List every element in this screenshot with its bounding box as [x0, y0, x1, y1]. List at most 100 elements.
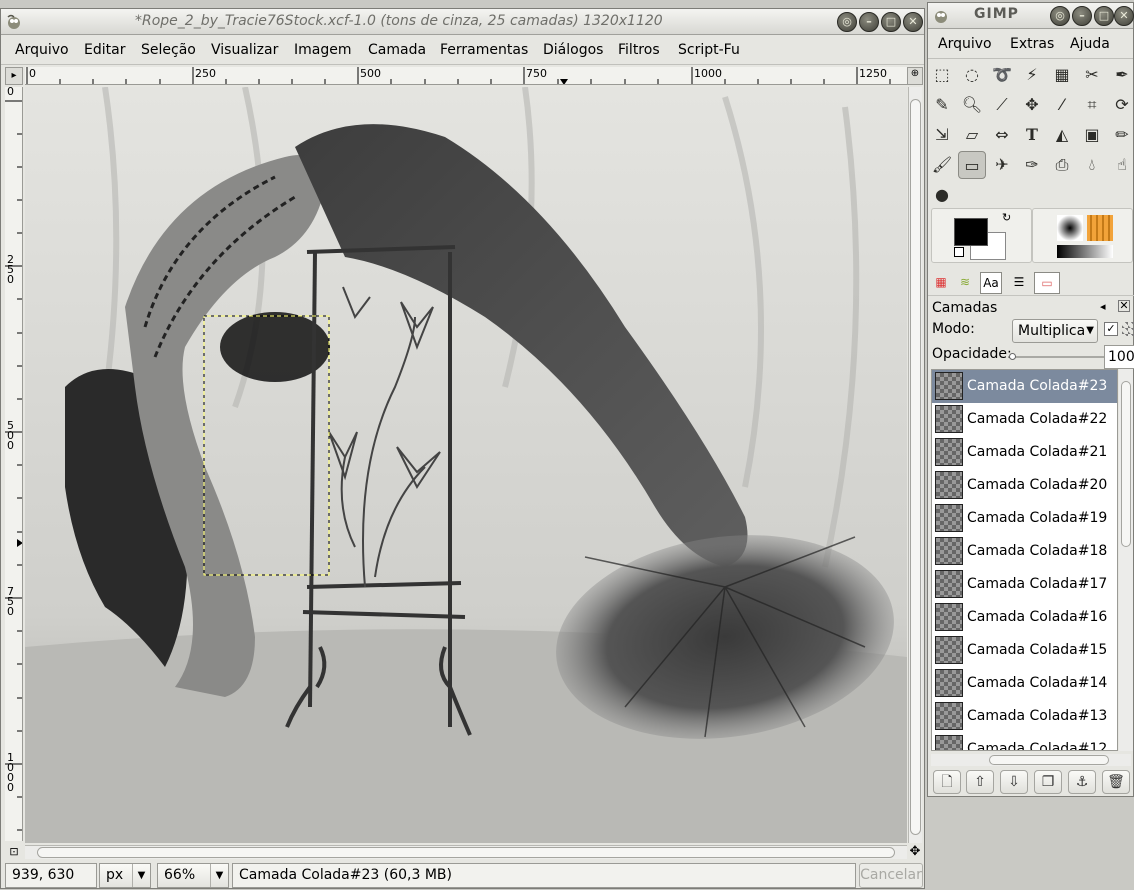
panel-close-icon[interactable]: ✕ [1118, 300, 1130, 312]
canvas-vertical-scrollbar[interactable] [908, 87, 922, 843]
lock-pixels-checkbox[interactable]: ✓ [1104, 322, 1118, 336]
measure-icon[interactable]: ⟋ [988, 91, 1016, 119]
close-button[interactable]: ✕ [903, 12, 923, 32]
bucket-fill-icon[interactable]: ◭ [1048, 121, 1076, 149]
image-window-titlebar[interactable]: *Rope_2_by_Tracie76Stock.xcf-1.0 (tons d… [1, 9, 924, 35]
color-picker-icon[interactable]: ✎ [928, 91, 956, 119]
new-layer-icon[interactable]: 🗋︎ [933, 770, 961, 794]
menu-ajuda[interactable]: Ajuda [1070, 36, 1110, 52]
dodge-icon[interactable]: ● [928, 181, 956, 209]
blend-icon[interactable]: ▣ [1078, 121, 1106, 149]
zoom-icon[interactable]: 🔍︎ [958, 91, 986, 119]
scale-icon[interactable]: ⇲ [928, 121, 956, 149]
ink-icon[interactable]: ✑ [1018, 151, 1046, 179]
raise-layer-icon[interactable]: ⇧ [966, 770, 994, 794]
rotate-icon[interactable]: ⟳ [1108, 91, 1134, 119]
horizontal-ruler[interactable]: 0 250 500 750 1000 1250 [25, 67, 907, 85]
default-colors-icon[interactable] [954, 247, 964, 257]
smudge-icon[interactable]: ☝ [1108, 151, 1134, 179]
minimize-button[interactable]: – [1072, 6, 1092, 26]
align-icon[interactable]: ⁄ [1048, 91, 1076, 119]
lower-layer-icon[interactable]: ⇩ [1000, 770, 1028, 794]
menu-visualizar[interactable]: Visualizar [211, 42, 278, 58]
slider-handle[interactable] [1009, 353, 1016, 360]
menu-ferramentas[interactable]: Ferramentas [440, 42, 528, 58]
layer-row[interactable]: Camada Colada#19 [932, 502, 1117, 535]
toolbox-titlebar[interactable]: GIMP ◎ – □ ✕ [928, 3, 1134, 29]
layer-row[interactable]: Camada Colada#15 [932, 634, 1117, 667]
cancel-button[interactable]: Cancelar [859, 863, 923, 888]
scrollbar-thumb[interactable] [989, 755, 1109, 765]
pencil-icon[interactable]: ✏ [1108, 121, 1134, 149]
paintbrush-icon[interactable]: 🖌︎ [928, 151, 956, 179]
opacity-slider[interactable] [1009, 353, 1104, 360]
eraser-options-tab-icon[interactable]: ▭ [1034, 272, 1060, 294]
eraser-icon[interactable]: ▭ [958, 151, 986, 179]
layer-row[interactable]: Camada Colada#13 [932, 700, 1117, 733]
menu-dialogos[interactable]: Diálogos [543, 42, 603, 58]
image-canvas[interactable] [25, 87, 907, 843]
menu-extras[interactable]: Extras [1010, 36, 1054, 52]
shear-icon[interactable]: ▱ [958, 121, 986, 149]
minimize-button[interactable]: – [859, 12, 879, 32]
ellipse-select-icon[interactable]: ◌ [958, 61, 986, 89]
layer-row[interactable]: Camada Colada#20 [932, 469, 1117, 502]
layer-row[interactable]: Camada Colada#21 [932, 436, 1117, 469]
menu-arquivo[interactable]: Arquivo [15, 42, 69, 58]
menu-imagem[interactable]: Imagem [294, 42, 351, 58]
airbrush-icon[interactable]: ✈ [988, 151, 1016, 179]
scissors-icon[interactable]: ✂ [1078, 61, 1106, 89]
layer-row[interactable]: Camada Colada#22 [932, 403, 1117, 436]
anchor-layer-icon[interactable]: ⚓ [1068, 770, 1096, 794]
brush-pattern-gradient[interactable] [1032, 208, 1133, 263]
color-swatches[interactable]: ↻ [931, 208, 1032, 263]
foreground-color[interactable] [954, 218, 988, 246]
shade-button[interactable]: ◎ [1050, 6, 1070, 26]
maximize-button[interactable]: □ [1094, 6, 1114, 26]
zoom-fit-icon[interactable]: ⊡ [5, 845, 23, 859]
blur-icon[interactable]: 💧︎ [1078, 151, 1106, 179]
crop-icon[interactable]: ⌗ [1078, 91, 1106, 119]
maximize-button[interactable]: □ [881, 12, 901, 32]
layer-row[interactable]: Camada Colada#12 [932, 733, 1117, 750]
panel-menu-icon[interactable]: ◂ [1100, 300, 1106, 313]
fuzzy-select-icon[interactable]: ⚡ [1018, 61, 1046, 89]
duplicate-layer-icon[interactable]: ❐ [1034, 770, 1062, 794]
navigate-icon[interactable]: ✥ [907, 845, 923, 859]
opacity-value[interactable]: 100 [1104, 345, 1134, 369]
menu-filtros[interactable]: Filtros [618, 42, 660, 58]
fonts-tab-icon[interactable]: Aa [980, 272, 1002, 294]
lock-alpha-icon[interactable] [1122, 322, 1134, 336]
layer-row[interactable]: Camada Colada#17 [932, 568, 1117, 601]
color-select-icon[interactable]: ▦ [1048, 61, 1076, 89]
zoom-dropdown[interactable]: 66% ▼ [157, 863, 229, 888]
channels-tab-icon[interactable]: ☰ [1008, 272, 1030, 294]
canvas-horizontal-scrollbar[interactable] [25, 845, 907, 859]
clone-icon[interactable]: ⎙ [1048, 151, 1076, 179]
layer-list-scrollbar[interactable] [1119, 369, 1133, 751]
layer-row[interactable]: Camada Colada#18 [932, 535, 1117, 568]
text-icon[interactable]: T [1018, 121, 1046, 149]
paths-icon[interactable]: ✒ [1108, 61, 1134, 89]
lasso-icon[interactable]: ➰ [988, 61, 1016, 89]
layer-row[interactable]: Camada Colada#23 [932, 370, 1117, 403]
layers-tab-icon[interactable]: ≋ [954, 272, 976, 294]
menu-arquivo[interactable]: Arquivo [938, 36, 992, 52]
menu-editar[interactable]: Editar [84, 42, 125, 58]
unit-dropdown[interactable]: px ▼ [99, 863, 151, 888]
menu-script-fu[interactable]: Script-Fu [678, 42, 740, 58]
scrollbar-thumb[interactable] [910, 99, 921, 835]
quick-mask-toggle[interactable]: ▸ [5, 67, 23, 85]
menu-selecao[interactable]: Seleção [141, 42, 196, 58]
layer-row[interactable]: Camada Colada#16 [932, 601, 1117, 634]
delete-layer-icon[interactable]: 🗑︎ [1102, 770, 1130, 794]
scrollbar-thumb[interactable] [37, 847, 895, 858]
scrollbar-thumb[interactable] [1121, 381, 1131, 547]
rect-select-icon[interactable]: ⬚ [928, 61, 956, 89]
layer-row[interactable]: Camada Colada#14 [932, 667, 1117, 700]
zoom-toggle-icon[interactable]: ⊕ [907, 67, 923, 85]
close-button[interactable]: ✕ [1114, 6, 1134, 26]
layer-list-hscrollbar[interactable] [931, 754, 1131, 766]
tool-options-tab-icon[interactable]: ▦ [930, 272, 952, 294]
mode-dropdown[interactable]: Multiplica ▼ [1012, 319, 1098, 343]
